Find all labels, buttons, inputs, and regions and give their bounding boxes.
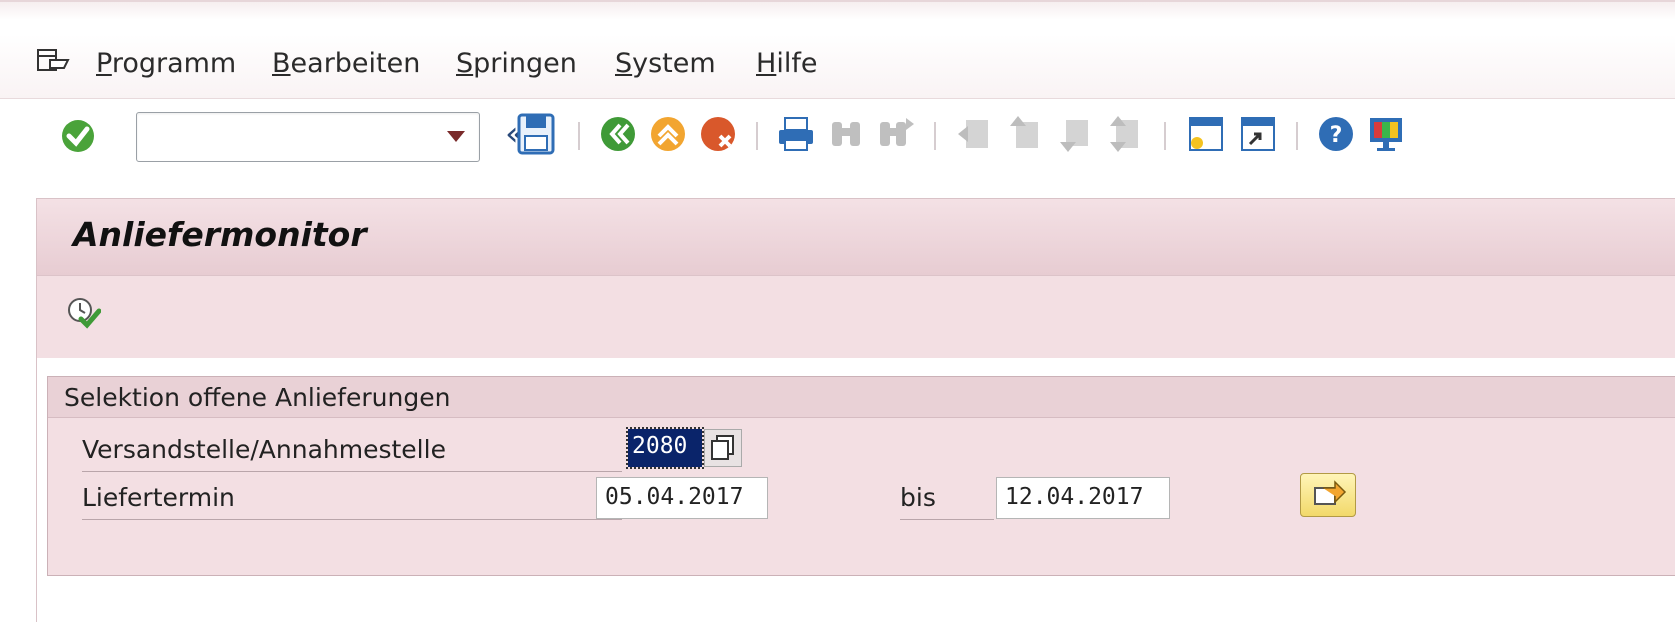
find-icon[interactable] xyxy=(826,114,866,154)
svg-text:?: ? xyxy=(1330,123,1343,148)
window-top-strip xyxy=(0,0,1675,20)
page-title: Anliefermonitor xyxy=(73,215,367,254)
menu-divider xyxy=(0,98,1675,99)
menu-bar: Programm Bearbeiten Springen System Hilf… xyxy=(0,34,1675,98)
label-underline xyxy=(82,471,622,472)
label-bis: bis xyxy=(900,483,936,512)
shortcut-icon[interactable] xyxy=(1238,114,1278,154)
multiple-selection-icon xyxy=(711,435,734,460)
execute-icon[interactable] xyxy=(65,295,101,331)
cancel-icon[interactable] xyxy=(698,114,738,154)
exit-icon[interactable] xyxy=(648,114,688,154)
selection-screen: Selektion offene Anlieferungen Versandst… xyxy=(36,358,1675,622)
previous-page-icon[interactable] xyxy=(1004,114,1044,154)
toolbar-separator xyxy=(1296,122,1298,150)
liefertermin-from-input[interactable]: 05.04.2017 xyxy=(596,477,768,519)
last-page-icon[interactable] xyxy=(1104,114,1144,154)
group-title-bar: Selektion offene Anlieferungen xyxy=(48,377,1675,418)
arrow-right-icon xyxy=(1314,480,1347,505)
toolbar-separator xyxy=(934,122,936,150)
multiple-selection-button[interactable] xyxy=(704,429,742,467)
help-icon[interactable]: ? xyxy=(1316,114,1356,154)
label-underline xyxy=(900,519,994,520)
system-menu-icon[interactable] xyxy=(36,48,70,74)
menu-item-programm[interactable]: Programm xyxy=(96,48,236,79)
chevron-down-icon[interactable] xyxy=(447,131,465,142)
enter-check-icon[interactable] xyxy=(58,116,98,156)
back-icon[interactable] xyxy=(598,114,638,154)
label-versandstelle: Versandstelle/Annahmestelle xyxy=(82,435,446,464)
menu-item-springen[interactable]: Springen xyxy=(456,48,577,79)
liefertermin-to-input[interactable]: 12.04.2017 xyxy=(996,477,1170,519)
menu-item-hilfe[interactable]: Hilfe xyxy=(756,48,817,79)
group-title: Selektion offene Anlieferungen xyxy=(64,383,451,412)
title-bar: Anliefermonitor xyxy=(37,199,1675,276)
menu-item-bearbeiten[interactable]: Bearbeiten xyxy=(272,48,420,79)
save-icon[interactable] xyxy=(516,112,556,156)
find-next-icon[interactable] xyxy=(876,114,916,154)
toolbar-separator xyxy=(578,122,580,150)
toolbar-separator xyxy=(1164,122,1166,150)
print-icon[interactable] xyxy=(776,114,816,154)
next-page-icon[interactable] xyxy=(1054,114,1094,154)
command-field[interactable] xyxy=(136,112,480,162)
selection-group: Selektion offene Anlieferungen Versandst… xyxy=(47,376,1675,576)
title-area: Anliefermonitor xyxy=(36,198,1675,359)
new-session-icon[interactable] xyxy=(1186,114,1226,154)
label-liefertermin: Liefertermin xyxy=(82,483,235,512)
versandstelle-input[interactable]: 2080 xyxy=(626,427,704,469)
multiple-selection-range-button[interactable] xyxy=(1300,473,1356,517)
customize-layout-icon[interactable] xyxy=(1366,114,1406,154)
system-toolbar: « ? xyxy=(0,100,1675,170)
label-underline xyxy=(82,519,622,520)
menu-item-system[interactable]: System xyxy=(615,48,716,79)
toolbar-separator xyxy=(756,122,758,150)
first-page-icon[interactable] xyxy=(954,114,994,154)
